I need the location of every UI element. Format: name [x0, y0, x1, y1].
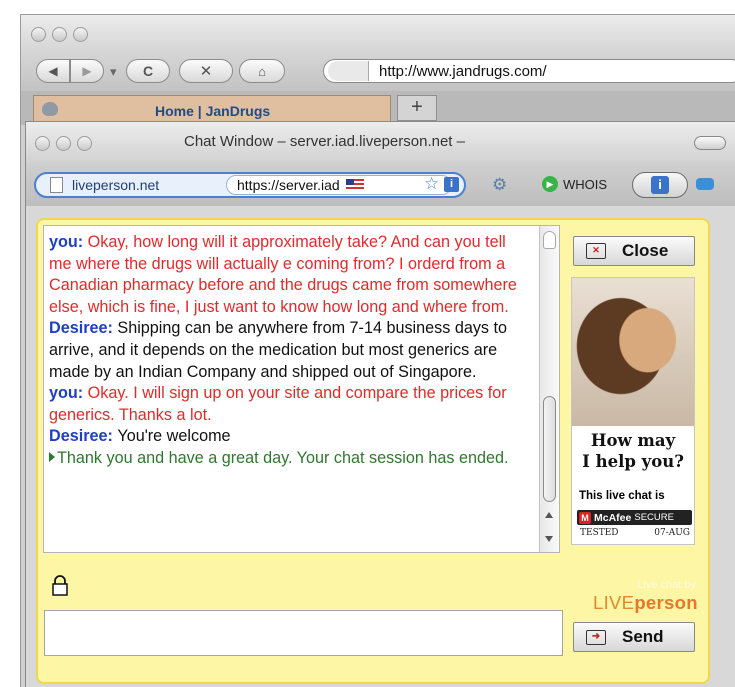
chat-window: Chat Window – server.iad.liveperson.net …: [25, 121, 735, 687]
system-message: Thank you and have a great day. Your cha…: [49, 448, 529, 470]
message-text: Okay. I will sign up on your site and co…: [49, 384, 507, 424]
chat-minimize-window-icon[interactable]: [56, 136, 71, 151]
send-label: Send: [622, 627, 664, 646]
tested-date: 07-AUG: [654, 528, 690, 538]
chat-address-bar[interactable]: liveperson.net https://server.iad ☆ i: [34, 172, 466, 198]
info-toggle-button[interactable]: i: [632, 172, 688, 198]
message-text: Shipping can be anywhere from 7-14 busin…: [49, 319, 508, 381]
speaker-name: you:: [49, 384, 88, 403]
whois-button[interactable]: ▶ WHOIS: [542, 176, 607, 192]
play-icon: ▶: [542, 176, 558, 192]
chat-panel: you: Okay, how long will it approximatel…: [36, 218, 710, 684]
speaker-name: you:: [49, 233, 88, 251]
chat-toolbar: liveperson.net https://server.iad ☆ i ⚙ …: [26, 162, 735, 206]
transcript-messages: you: Okay, how long will it approximatel…: [49, 232, 529, 470]
forward-arrow-icon: ▶: [82, 64, 92, 78]
info-icon[interactable]: i: [444, 177, 459, 192]
settings-gear-icon[interactable]: ⚙: [492, 175, 507, 195]
browser-toolbar: ◀ ▶ ▾ C ✕ ⌂ http://www.jandrugs.com/: [21, 51, 735, 91]
chat-close-window-icon[interactable]: [35, 136, 50, 151]
reload-icon: C: [142, 63, 154, 79]
system-marker-icon: [49, 451, 55, 462]
home-icon: ⌂: [258, 63, 266, 79]
history-dropdown-icon[interactable]: ▾: [110, 64, 117, 80]
mcafee-secure-label: SECURE: [634, 512, 674, 523]
tab-label: Home | JanDrugs: [155, 103, 271, 119]
address-bar[interactable]: http://www.jandrugs.com/: [323, 59, 735, 83]
transcript-scrollbar[interactable]: [539, 226, 559, 552]
chat-zoom-window-icon[interactable]: [77, 136, 92, 151]
back-button[interactable]: ◀: [36, 59, 70, 83]
forward-button[interactable]: ▶: [70, 59, 104, 83]
address-text: http://www.jandrugs.com/: [379, 62, 547, 80]
message-text: You're welcome: [117, 427, 231, 446]
zoom-window-icon[interactable]: [73, 27, 88, 42]
stop-button[interactable]: ✕: [179, 59, 233, 83]
liveperson-logo[interactable]: LIVEperson: [593, 592, 698, 614]
send-icon: ➜: [586, 629, 606, 645]
chat-url: https://server.iad: [237, 177, 340, 193]
message: Desiree: Shipping can be anywhere from 7…: [49, 318, 529, 383]
ad-subtext: This live chat is: [579, 490, 665, 502]
browser-window: ◀ ▶ ▾ C ✕ ⌂ http://www.jandrugs.com/ Hom…: [20, 14, 735, 687]
tested-row: TESTED 07-AUG: [580, 528, 690, 538]
toolbar-toggle-button[interactable]: [694, 136, 726, 150]
powered-by-label: Live chat by: [637, 579, 696, 591]
new-tab-button[interactable]: +: [397, 95, 437, 121]
close-chat-button[interactable]: ✕ Close: [573, 236, 695, 266]
whois-label: WHOIS: [563, 176, 608, 192]
tab-favicon-icon: [42, 102, 58, 116]
chat-titlebar: Chat Window – server.iad.liveperson.net …: [26, 122, 735, 162]
us-flag-icon: [345, 179, 364, 191]
scrollbar-thumb[interactable]: [543, 396, 556, 502]
tab-bar: Home | JanDrugs +: [21, 91, 735, 125]
back-arrow-icon: ◀: [48, 64, 58, 78]
ad-headline-line: How may: [590, 431, 676, 450]
speaker-name: Desiree:: [49, 319, 118, 338]
ad-headline-line: I help you?: [582, 452, 684, 471]
mcafee-name: McAfee: [594, 511, 632, 524]
brand-person: person: [634, 592, 698, 613]
brand-live: LIVE: [593, 592, 635, 613]
message: you: Okay. I will sign up on your site a…: [49, 383, 529, 426]
send-button[interactable]: ➜ Send: [573, 622, 695, 652]
window-controls: [31, 27, 88, 42]
chat-window-title: Chat Window – server.iad.liveperson.net …: [184, 133, 465, 150]
mcafee-shield-icon: M: [579, 511, 591, 524]
bookmark-star-icon[interactable]: ☆: [424, 174, 439, 194]
close-chat-icon: ✕: [586, 243, 606, 259]
close-window-icon[interactable]: [31, 27, 46, 42]
browser-titlebar: [21, 15, 735, 51]
site-identity-icon: [328, 61, 369, 81]
message-text: Thank you and have a great day. Your cha…: [57, 448, 509, 467]
help-advertisement[interactable]: How may I help you? This live chat is M …: [571, 277, 695, 545]
chat-message-input[interactable]: [44, 610, 563, 656]
chat-address-text: https://server.iad: [226, 175, 452, 195]
addon-icon[interactable]: [696, 178, 714, 190]
chat-transcript[interactable]: you: Okay, how long will it approximatel…: [43, 225, 560, 553]
stop-icon: ✕: [199, 63, 213, 80]
message: Desiree: You're welcome: [49, 426, 529, 448]
scroll-down-arrow-icon[interactable]: [545, 536, 553, 542]
scrollbar-cap: [543, 231, 556, 249]
ad-headline: How may I help you?: [572, 430, 694, 472]
page-icon: [50, 177, 63, 193]
speaker-name: Desiree:: [49, 427, 118, 446]
reload-button[interactable]: C: [126, 59, 170, 83]
message: you: Okay, how long will it approximatel…: [49, 232, 529, 318]
home-button[interactable]: ⌂: [239, 59, 285, 83]
agent-photo: [572, 278, 694, 426]
tested-label: TESTED: [580, 528, 619, 538]
site-identity-label: liveperson.net: [72, 177, 160, 193]
mcafee-secure-badge[interactable]: M McAfee SECURE: [577, 510, 692, 525]
close-label: Close: [622, 241, 669, 260]
chat-window-controls: [35, 136, 92, 151]
scroll-up-arrow-icon[interactable]: [545, 512, 553, 518]
minimize-window-icon[interactable]: [52, 27, 67, 42]
lock-icon: [52, 575, 68, 596]
message-text: Okay, how long will it approximately tak…: [49, 233, 517, 316]
plus-icon: +: [411, 96, 423, 118]
info-badge-icon: i: [651, 176, 669, 194]
